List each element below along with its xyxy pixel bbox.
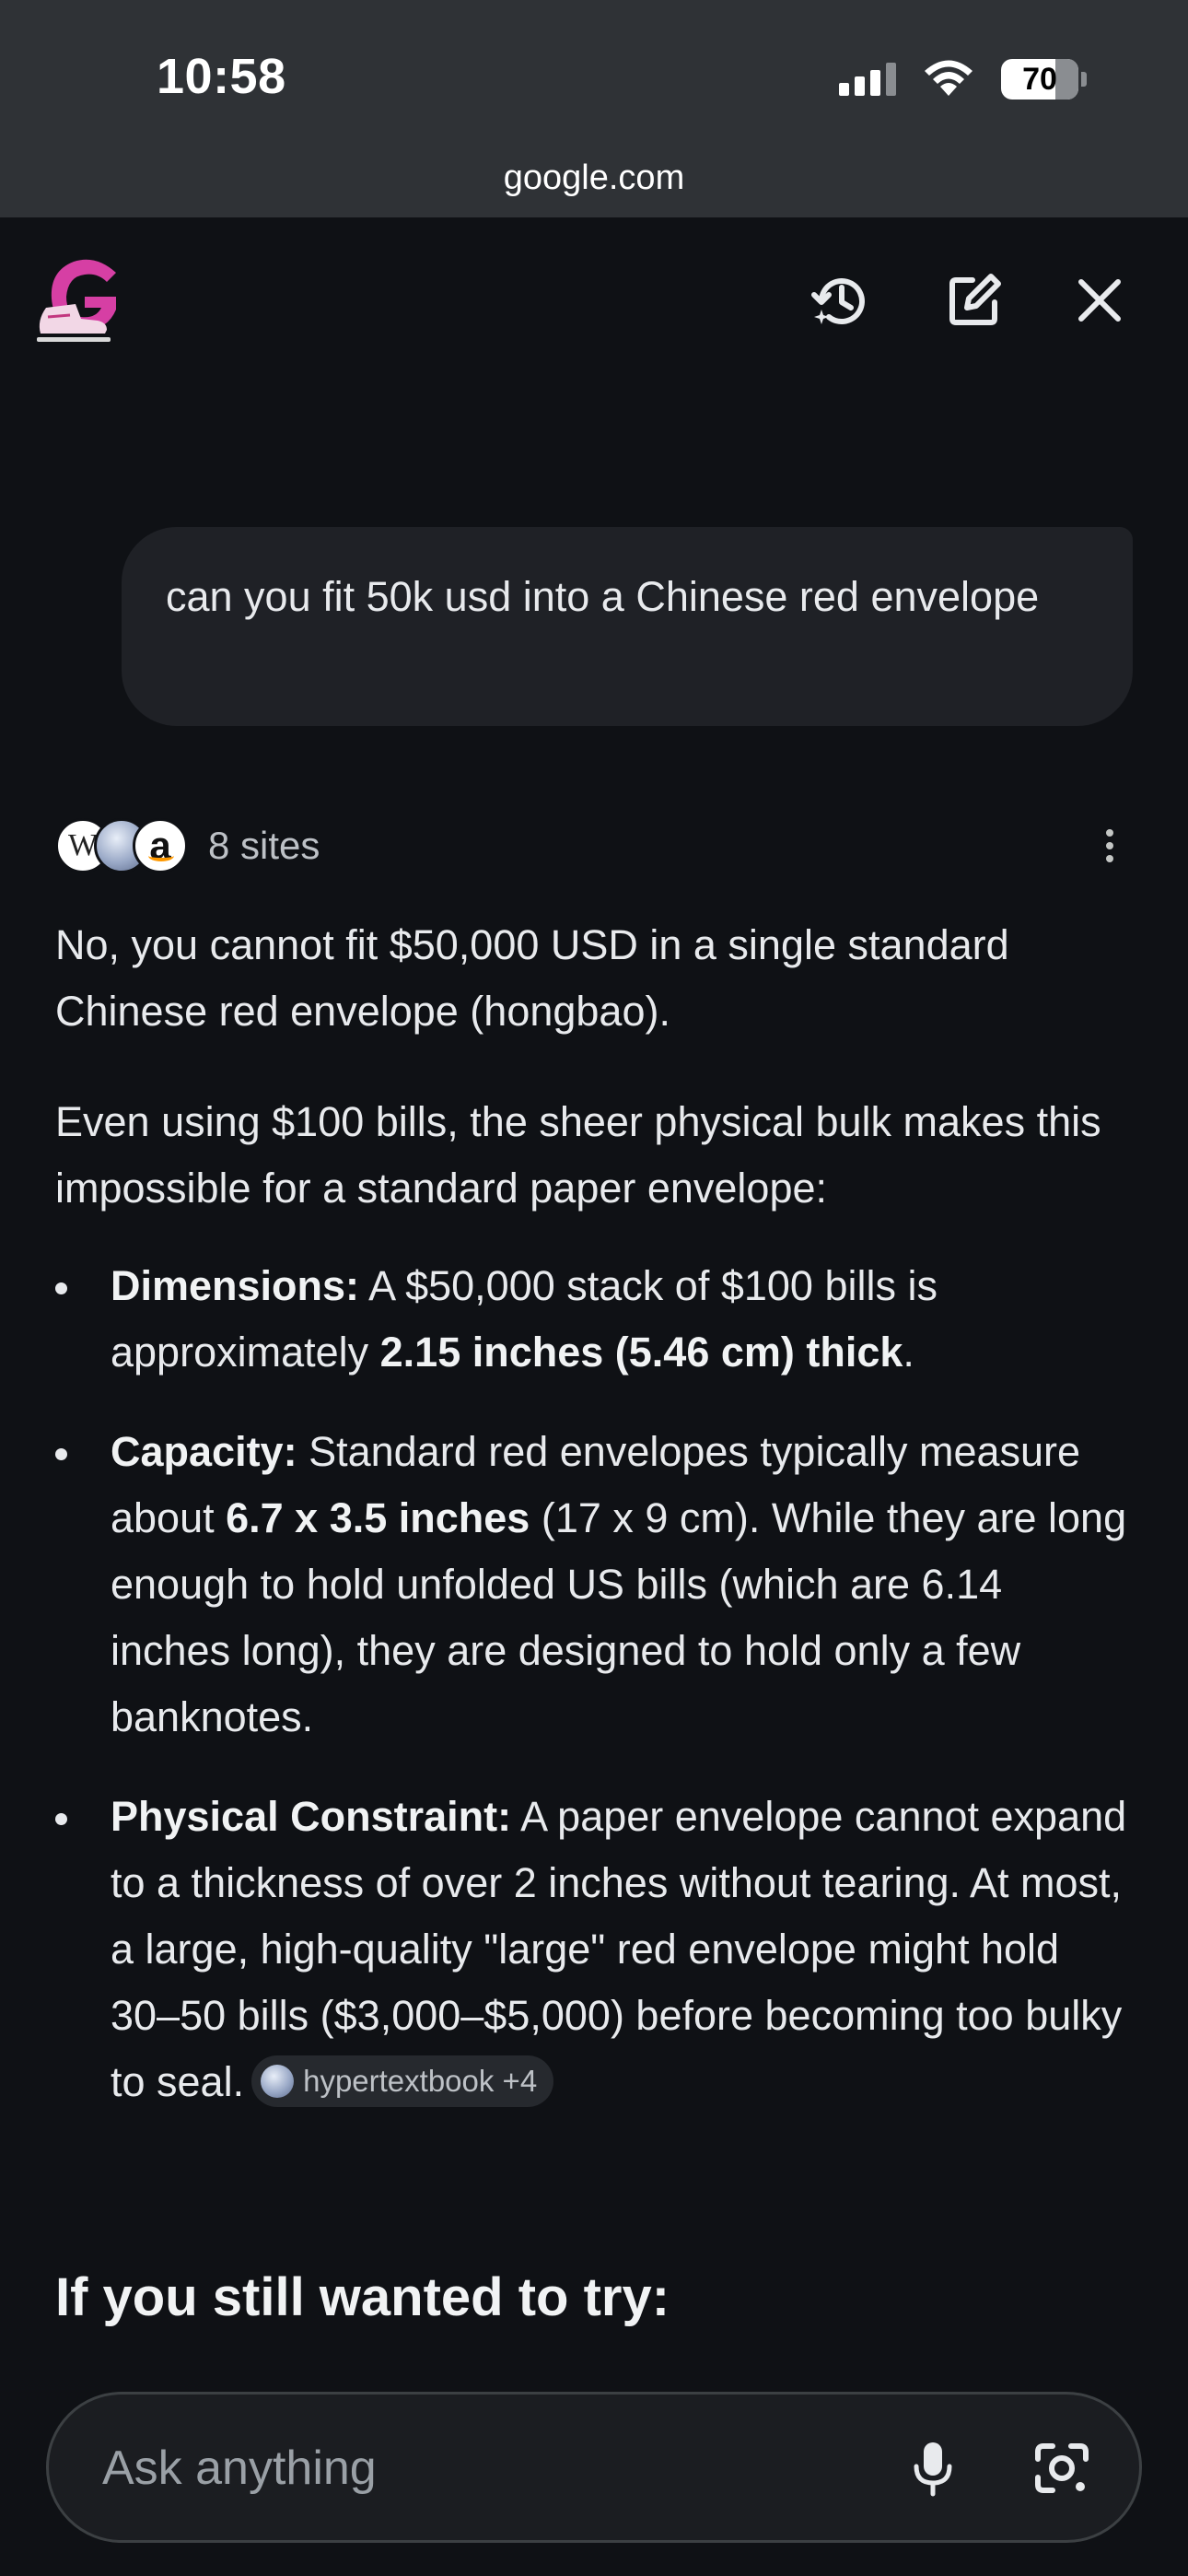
battery-icon: 70 [1001,59,1087,100]
list-item: Dimensions: A $50,000 stack of $100 bill… [55,1253,1133,1386]
url-bar[interactable]: google.com [0,158,1188,198]
camera-search-icon [1035,2443,1089,2493]
voice-input-button[interactable] [896,2431,970,2505]
close-icon [1078,279,1121,322]
browser-chrome: 10:58 70 google.com [0,0,1188,217]
sources-row[interactable]: W a 8 sites [55,814,1133,877]
answer-intro: No, you cannot fit $50,000 USD in a sing… [55,921,1009,1035]
status-time: 10:58 [157,49,286,104]
bullet-text: . [903,1329,914,1376]
cellular-signal-icon [839,63,896,96]
edit-icon [949,274,1001,325]
citation-chip[interactable]: hypertextbook +4 [251,2055,554,2108]
ask-input[interactable] [100,2435,841,2501]
status-icons: 70 [839,57,1087,101]
amazon-icon: a [133,818,188,873]
battery-level: 70 [1022,61,1057,97]
new-chat-button[interactable] [938,263,1011,337]
list-item: Capacity: Standard red envelopes typical… [55,1419,1133,1751]
wifi-icon [925,60,973,96]
bullet-bold-text: 2.15 inches (5.46 cm) thick [379,1329,903,1376]
bullet-dot [55,1282,67,1294]
ask-input-bar[interactable] [46,2392,1142,2543]
bullet-bold-text: 6.7 x 3.5 inches [226,1494,530,1541]
profile-avatar[interactable] [28,252,138,348]
globe-icon [261,2065,295,2099]
user-query-bubble: can you fit 50k usd into a Chinese red e… [122,527,1133,726]
answer-bullet-list: Dimensions: A $50,000 stack of $100 bill… [55,1253,1133,2115]
list-item: Physical Constraint: A paper envelope ca… [55,1784,1133,2115]
bullet-dot [55,1813,67,1825]
bullet-label: Physical Constraint: [111,1793,512,1840]
google-lens-button[interactable] [1025,2431,1099,2505]
ai-answer: No, you cannot fit $50,000 USD in a sing… [55,912,1133,2149]
section-heading: If you still wanted to try: [55,2267,670,2327]
bullet-label: Dimensions: [111,1262,360,1309]
history-icon [811,278,865,324]
citation-label: hypertextbook +4 [303,2064,538,2099]
source-favicons[interactable]: W a [55,818,188,873]
history-button[interactable] [803,263,877,337]
sources-count[interactable]: 8 sites [208,824,320,868]
app-header [0,217,1188,383]
bullet-dot [55,1448,67,1460]
more-options-icon[interactable] [1087,822,1133,870]
microphone-icon [914,2442,952,2497]
close-button[interactable] [1063,263,1136,337]
bullet-label: Capacity: [111,1428,297,1475]
answer-lead: Even using $100 bills, the sheer physica… [55,1098,1101,1212]
